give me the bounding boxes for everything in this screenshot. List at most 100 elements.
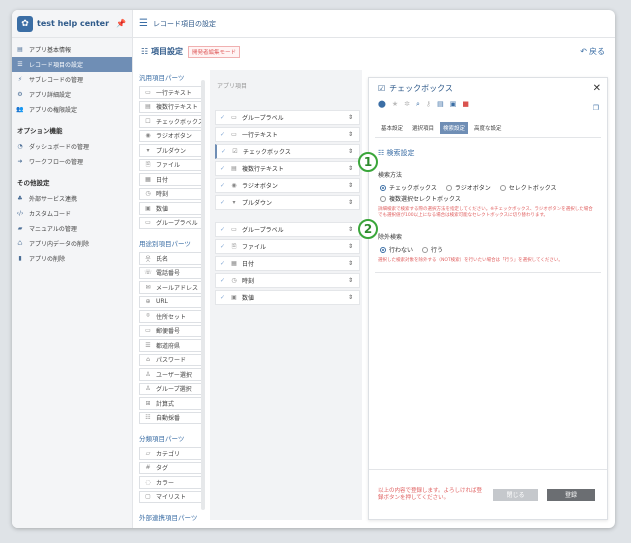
search-icon[interactable]: ⌕ <box>416 100 420 109</box>
panel-tabs: 基本設定 選択項目 検索設定 高度な設定 <box>369 110 607 134</box>
close-button[interactable]: 閉じる <box>493 488 538 501</box>
radio-dot[interactable] <box>422 246 429 253</box>
form-row[interactable]: ✓ 🗎 ファイル ⇕ <box>215 239 360 254</box>
radio-dot[interactable] <box>445 184 452 191</box>
pin-icon[interactable]: 📌 <box>116 19 126 28</box>
form-row[interactable]: ✓ ◉ ラジオボタン ⇕ <box>215 178 360 193</box>
methods-radio-2[interactable]: セレクトボックス <box>499 183 557 192</box>
sidebar-item-label: アプリの権限設定 <box>29 107 78 114</box>
part-generic-1[interactable]: ▤ 複数行テキスト <box>139 100 205 113</box>
part-generic-9[interactable]: ▭ グループラベル <box>139 216 205 229</box>
drag-handle-icon[interactable]: ⇕ <box>348 199 359 206</box>
part-specific-6[interactable]: ☰ 都道府県 <box>139 339 205 352</box>
sidebar-item-permissions[interactable]: 👥 アプリの権限設定 <box>12 102 132 117</box>
brand[interactable]: ✿ test help center 📌 <box>12 10 132 38</box>
drag-handle-icon[interactable]: ⇕ <box>348 114 359 121</box>
methods-radio-1[interactable]: ラジオボタン <box>445 183 491 192</box>
part-generic-2[interactable]: ☐ チェックボックス <box>139 115 205 128</box>
drag-handle-icon[interactable]: ⇕ <box>348 131 359 138</box>
tab-2[interactable]: 検索設定 <box>440 122 469 134</box>
part-specific-10[interactable]: ⊞ 計算式 <box>139 397 205 410</box>
sidebar-item-record-fields[interactable]: ☰ レコード項目の設定 <box>12 57 132 72</box>
sidebar-item-custom-code[interactable]: ‹/› カスタムコード <box>12 206 132 221</box>
part-specific-9[interactable]: ♙ グループ選択 <box>139 382 205 395</box>
part-specific-4[interactable]: ⌾ 住所セット <box>139 310 205 323</box>
window-icon[interactable]: ▣ <box>450 100 457 108</box>
part-generic-4[interactable]: ▾ プルダウン <box>139 144 205 157</box>
part-generic-3[interactable]: ◉ ラジオボタン <box>139 129 205 142</box>
drag-handle-icon[interactable]: ⇕ <box>348 148 359 155</box>
sidebar-item-workflow[interactable]: ➜ ワークフローの管理 <box>12 154 132 169</box>
part-category-3[interactable]: ▢ マイリスト <box>139 490 205 503</box>
copy-icon[interactable]: ❐ <box>593 104 599 112</box>
sidebar-item-app-delete[interactable]: ▮ アプリの削除 <box>12 251 132 266</box>
drag-handle-icon[interactable]: ⇕ <box>348 277 359 284</box>
form-row[interactable]: ✓ ▭ グループラベル ⇕ <box>215 110 360 125</box>
excludes-radio-0[interactable]: 行わない <box>380 245 413 254</box>
drag-handle-icon[interactable]: ⇕ <box>348 165 359 172</box>
list-icon: ☰ <box>17 61 23 68</box>
sidebar-item-manual[interactable]: ▰ マニュアルの管理 <box>12 221 132 236</box>
sidebar-item-app-settings[interactable]: ⚙ アプリ詳細設定 <box>12 87 132 102</box>
trash-icon[interactable]: ■ <box>462 100 469 108</box>
form-row[interactable]: ✓ ▣ 数値 ⇕ <box>215 290 360 305</box>
part-generic-7[interactable]: ◷ 時刻 <box>139 187 205 200</box>
part-specific-0[interactable]: 웃 氏名 <box>139 252 205 265</box>
form-row[interactable]: ✓ ☑ チェックボックス ⇕ <box>215 144 360 159</box>
register-button[interactable]: 登録 <box>547 488 595 501</box>
part-specific-8[interactable]: ♙ ユーザー選択 <box>139 368 205 381</box>
form-row[interactable]: ✓ ▾ プルダウン ⇕ <box>215 195 360 210</box>
part-category-1[interactable]: # タグ <box>139 461 205 474</box>
back-button[interactable]: ↶ 戻る <box>580 46 605 57</box>
part-category-2[interactable]: ◌ カラー <box>139 476 205 489</box>
asterisk-icon[interactable]: ✲ <box>404 100 410 108</box>
tab-3[interactable]: 高度な設定 <box>471 122 505 134</box>
key-icon[interactable]: ⚷ <box>426 100 431 108</box>
methods-radio-3[interactable]: 複数選択セレクトボックス <box>380 194 461 203</box>
drag-handle-icon[interactable]: ⇕ <box>348 294 359 301</box>
menu-icon[interactable]: ☰ <box>139 18 148 29</box>
table-icon[interactable]: ▤ <box>437 100 444 108</box>
methods-radio-0[interactable]: チェックボックス <box>380 183 437 192</box>
radio-dot[interactable] <box>380 246 386 253</box>
tab-0[interactable]: 基本設定 <box>378 122 406 134</box>
tab-1[interactable]: 選択項目 <box>409 122 437 134</box>
sidebar-item-dashboard[interactable]: ◔ ダッシュボードの管理 <box>12 139 132 154</box>
drag-handle-icon[interactable]: ⇕ <box>348 182 359 189</box>
part-generic-8[interactable]: ▣ 数値 <box>139 202 205 215</box>
sidebar-item-data-delete[interactable]: ♺ アプリ内データの削除 <box>12 236 132 251</box>
sidebar-item-label: ダッシュボードの管理 <box>29 144 90 151</box>
part-category-0[interactable]: ▱ カテゴリ <box>139 447 205 460</box>
part-generic-5[interactable]: 🗎 ファイル <box>139 158 205 171</box>
palette-icon: ◌ <box>145 478 151 486</box>
sidebar-item-app-info[interactable]: ▤ アプリ基本情報 <box>12 42 132 57</box>
form-row[interactable]: ✓ ◷ 時刻 ⇕ <box>215 273 360 288</box>
radio-dot[interactable] <box>380 195 386 202</box>
search-settings-title: 検索設定 <box>386 149 415 157</box>
form-row[interactable]: ✓ ▦ 日付 ⇕ <box>215 256 360 271</box>
excludes-radio-1[interactable]: 行う <box>422 245 443 254</box>
part-specific-2[interactable]: ✉ メールアドレス <box>139 281 205 294</box>
sidebar-item-external[interactable]: ♣ 外部サービス連携 <box>12 191 132 206</box>
form-row[interactable]: ✓ ▤ 複数行テキスト ⇕ <box>215 161 360 176</box>
toggle-icon[interactable]: ⬤ <box>378 100 386 108</box>
sidebar-item-subrecord[interactable]: ⚡ サブレコードの管理 <box>12 72 132 87</box>
drag-handle-icon[interactable]: ⇕ <box>348 243 359 250</box>
part-specific-11[interactable]: ☷ 自動採番 <box>139 411 205 424</box>
options-section-title: オプション機能 <box>17 127 63 135</box>
close-icon[interactable]: ✕ <box>593 83 601 94</box>
parts-scrollbar[interactable] <box>201 80 205 510</box>
form-row[interactable]: ✓ ▭ 一行テキスト ⇕ <box>215 127 360 142</box>
check-icon: ✓ <box>220 277 226 284</box>
part-specific-1[interactable]: ☏ 電話番号 <box>139 266 205 279</box>
drag-handle-icon[interactable]: ⇕ <box>348 260 359 267</box>
part-generic-6[interactable]: ▦ 日付 <box>139 173 205 186</box>
form-row[interactable]: ✓ ▭ グループラベル ⇕ <box>215 222 360 237</box>
part-specific-3[interactable]: ⊕ URL <box>139 295 205 308</box>
part-specific-5[interactable]: ▭ 郵便番号 <box>139 324 205 337</box>
radio-dot[interactable] <box>499 184 506 191</box>
part-generic-0[interactable]: ▭ 一行テキスト <box>139 86 205 99</box>
radio-dot[interactable] <box>380 184 386 191</box>
part-specific-7[interactable]: ⌂ パスワード <box>139 353 205 366</box>
star-icon[interactable]: ★ <box>392 100 398 108</box>
